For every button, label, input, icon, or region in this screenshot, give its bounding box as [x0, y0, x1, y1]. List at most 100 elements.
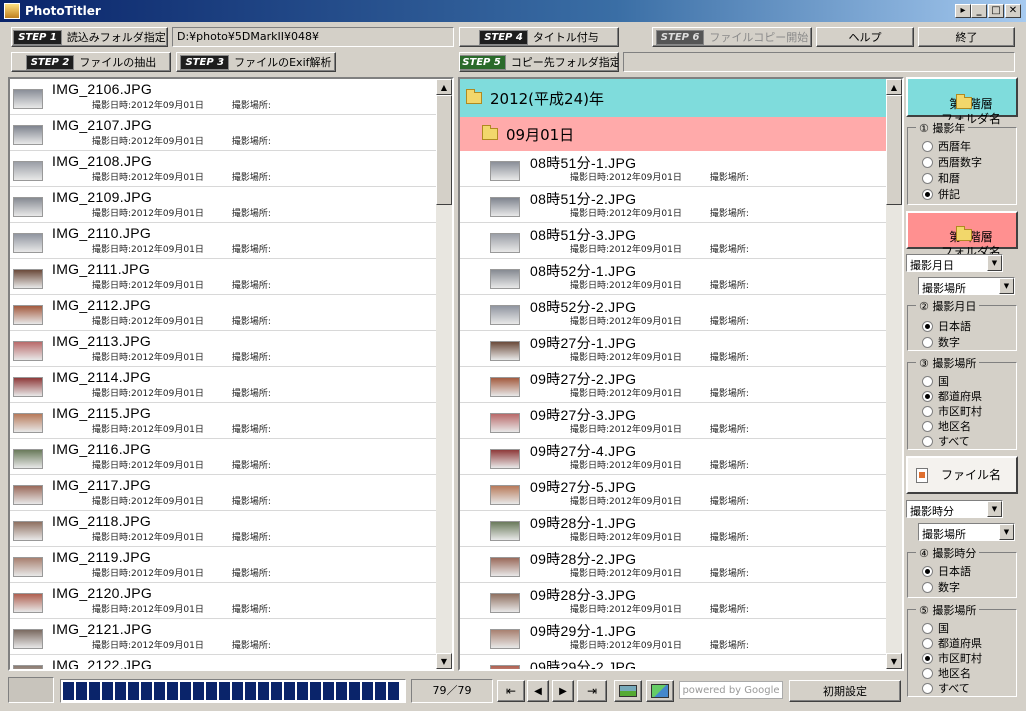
prev-icon[interactable]: ◀: [527, 680, 549, 702]
photo-thumbnail: [13, 305, 43, 325]
step6-copy-start-button[interactable]: STEP 6 ファイルコピー開始: [652, 27, 812, 47]
progress-segment: [375, 682, 386, 700]
meta-place: 撮影場所:: [231, 425, 271, 435]
list-item[interactable]: 09時27分-4.JPG 撮影日時:2012年09月01日 撮影場所:: [460, 439, 888, 475]
list-item[interactable]: 08時51分-1.JPG 撮影日時:2012年09月01日 撮影場所:: [460, 151, 888, 187]
list-item[interactable]: 08時51分-3.JPG 撮影日時:2012年09月01日 撮影場所:: [460, 223, 888, 259]
photo-view-icon[interactable]: [614, 680, 642, 702]
step5-dest-folder-button[interactable]: STEP 5 コピー先フォルダ指定: [459, 52, 619, 72]
result-scrollbar[interactable]: ▲ ▼: [886, 79, 902, 669]
list-item[interactable]: IMG_2118.JPG 撮影日時:2012年09月01日 撮影場所:: [10, 511, 452, 547]
step4-add-title-button[interactable]: STEP 4 タイトル付与: [459, 27, 619, 47]
list-item[interactable]: IMG_2115.JPG 撮影日時:2012年09月01日 撮影場所:: [10, 403, 452, 439]
list-item[interactable]: 09時27分-5.JPG 撮影日時:2012年09月01日 撮影場所:: [460, 475, 888, 511]
list-item[interactable]: IMG_2109.JPG 撮影日時:2012年09月01日 撮影場所:: [10, 187, 452, 223]
radio-time-number[interactable]: 数字: [922, 579, 960, 595]
step2-extract-files-button[interactable]: STEP 2 ファイルの抽出: [11, 52, 171, 72]
radio-place-district[interactable]: 地区名: [922, 418, 971, 434]
file-name: IMG_2115.JPG: [52, 405, 152, 421]
list-item[interactable]: 09時28分-1.JPG 撮影日時:2012年09月01日 撮影場所:: [460, 511, 888, 547]
list-item[interactable]: 09時27分-3.JPG 撮影日時:2012年09月01日 撮影場所:: [460, 403, 888, 439]
list-item[interactable]: IMG_2116.JPG 撮影日時:2012年09月01日 撮影場所:: [10, 439, 452, 475]
list-item[interactable]: 09時28分-3.JPG 撮影日時:2012年09月01日 撮影場所:: [460, 583, 888, 619]
file-select-2[interactable]: 撮影場所 ▼: [918, 523, 1015, 541]
help-button[interactable]: ヘルプ: [816, 27, 914, 47]
list-item[interactable]: IMG_2119.JPG 撮影日時:2012年09月01日 撮影場所:: [10, 547, 452, 583]
list-item[interactable]: IMG_2120.JPG 撮影日時:2012年09月01日 撮影場所:: [10, 583, 452, 619]
list-item[interactable]: 09時28分-2.JPG 撮影日時:2012年09月01日 撮影場所:: [460, 547, 888, 583]
result-file-list[interactable]: 2012(平成24)年 09月01日 08時51分-1.JPG 撮影日時:2012…: [458, 77, 904, 671]
scroll-down-icon[interactable]: ▼: [436, 653, 452, 669]
radio-year-japanese[interactable]: 和暦: [922, 170, 960, 186]
level1-folder-name-button[interactable]: 第1階層 フォルダ名: [906, 77, 1018, 126]
list-item[interactable]: IMG_2113.JPG 撮影日時:2012年09月01日 撮影場所:: [10, 331, 452, 367]
radio-place-prefecture[interactable]: 都道府県: [922, 388, 982, 404]
radio-time-japanese[interactable]: 日本語: [922, 563, 971, 579]
meta-place: 撮影場所:: [231, 137, 271, 147]
last-page-icon[interactable]: ⇥: [577, 680, 607, 702]
list-item[interactable]: 08時52分-1.JPG 撮影日時:2012年09月01日 撮影場所:: [460, 259, 888, 295]
maximize-button[interactable]: □: [988, 4, 1004, 18]
radio-year-western-number[interactable]: 西暦数字: [922, 154, 982, 170]
list-item[interactable]: IMG_2122.JPG撮影日時:2012年09月01日撮影場所:: [10, 655, 452, 669]
scroll-thumb[interactable]: [886, 95, 902, 205]
list-item[interactable]: 08時52分-2.JPG 撮影日時:2012年09月01日 撮影場所:: [460, 295, 888, 331]
list-item[interactable]: 09時29分-2.JPG撮影日時:2012年09月01日撮影場所:: [460, 655, 888, 669]
photo-thumbnail: [490, 377, 520, 397]
list-item[interactable]: IMG_2108.JPG 撮影日時:2012年09月01日 撮影場所:: [10, 151, 452, 187]
scroll-thumb[interactable]: [436, 95, 452, 205]
level2-folder-name-button[interactable]: 第2階層 フォルダ名: [906, 211, 1018, 259]
close-button[interactable]: ✕: [1005, 4, 1021, 18]
progress-segment: [63, 682, 74, 700]
day-folder[interactable]: 09月01日: [460, 117, 888, 151]
photo-thumbnail: [490, 233, 520, 253]
radio-place2-prefecture[interactable]: 都道府県: [922, 635, 982, 651]
radio-place2-district[interactable]: 地区名: [922, 665, 971, 681]
radio-place-city[interactable]: 市区町村: [922, 403, 982, 419]
list-item[interactable]: IMG_2110.JPG 撮影日時:2012年09月01日 撮影場所:: [10, 223, 452, 259]
minimize-button[interactable]: _: [971, 4, 987, 18]
source-scrollbar[interactable]: ▲ ▼: [436, 79, 452, 669]
list-item[interactable]: 08時51分-2.JPG 撮影日時:2012年09月01日 撮影場所:: [460, 187, 888, 223]
reset-settings-button[interactable]: 初期設定: [789, 680, 901, 702]
list-item[interactable]: 09時27分-2.JPG 撮影日時:2012年09月01日 撮影場所:: [460, 367, 888, 403]
scroll-down-icon[interactable]: ▼: [886, 653, 902, 669]
year-folder-label: 2012(平成24)年: [490, 89, 604, 108]
radio-monthday-japanese[interactable]: 日本語: [922, 318, 971, 334]
scroll-up-icon[interactable]: ▲: [886, 79, 902, 95]
list-item[interactable]: IMG_2107.JPG 撮影日時:2012年09月01日 撮影場所:: [10, 115, 452, 151]
list-item[interactable]: IMG_2114.JPG 撮影日時:2012年09月01日 撮影場所:: [10, 367, 452, 403]
file-select-1[interactable]: 撮影時分 ▼: [906, 500, 1003, 518]
year-format-group: ① 撮影年 西暦年 西暦数字 和暦 併記: [907, 120, 1017, 205]
exit-button[interactable]: 終了: [918, 27, 1015, 47]
list-item[interactable]: IMG_2112.JPG 撮影日時:2012年09月01日 撮影場所:: [10, 295, 452, 331]
year-folder[interactable]: 2012(平成24)年: [460, 79, 888, 117]
radio-year-both[interactable]: 併記: [922, 186, 960, 202]
list-item[interactable]: 09時27分-1.JPG 撮影日時:2012年09月01日 撮影場所:: [460, 331, 888, 367]
radio-place-country[interactable]: 国: [922, 373, 949, 389]
list-item[interactable]: IMG_2106.JPG 撮影日時:2012年09月01日 撮影場所:: [10, 79, 452, 115]
list-item[interactable]: IMG_2111.JPG 撮影日時:2012年09月01日 撮影場所:: [10, 259, 452, 295]
filename-button[interactable]: ファイル名: [906, 456, 1018, 494]
next-icon[interactable]: ▶: [552, 680, 574, 702]
radio-place2-city[interactable]: 市区町村: [922, 650, 982, 666]
list-item[interactable]: IMG_2117.JPG 撮影日時:2012年09月01日 撮影場所:: [10, 475, 452, 511]
scroll-up-icon[interactable]: ▲: [436, 79, 452, 95]
radio-place2-country[interactable]: 国: [922, 620, 949, 636]
step1-select-folder-button[interactable]: STEP 1 読込みフォルダ指定: [11, 27, 168, 47]
list-item[interactable]: IMG_2121.JPG 撮影日時:2012年09月01日 撮影場所:: [10, 619, 452, 655]
level2-select-1[interactable]: 撮影月日 ▼: [906, 254, 1003, 272]
radio-place-all[interactable]: すべて: [922, 433, 970, 449]
list-item[interactable]: 09時29分-1.JPG 撮影日時:2012年09月01日 撮影場所:: [460, 619, 888, 655]
radio-year-western[interactable]: 西暦年: [922, 138, 971, 154]
menu-arrow-button[interactable]: ▸: [955, 4, 971, 18]
first-page-icon[interactable]: ⇤: [497, 680, 525, 702]
level2-select-2[interactable]: 撮影場所 ▼: [918, 277, 1015, 295]
radio-monthday-number[interactable]: 数字: [922, 334, 960, 350]
step3-exif-analysis-button[interactable]: STEP 3 ファイルのExif解析: [176, 52, 336, 72]
place2-group-title: ⑤ 撮影場所: [916, 602, 980, 618]
source-file-list[interactable]: IMG_2106.JPG 撮影日時:2012年09月01日 撮影場所: IMG_210…: [8, 77, 454, 671]
file-meta: 撮影日時:2012年09月01日 撮影場所:: [570, 602, 749, 615]
radio-place2-all[interactable]: すべて: [922, 680, 970, 696]
map-icon[interactable]: [646, 680, 674, 702]
